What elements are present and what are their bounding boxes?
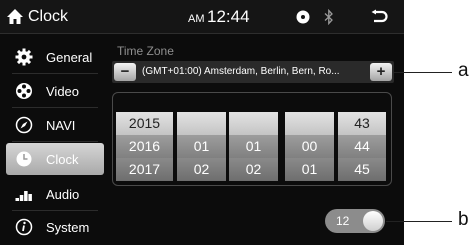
minute-selected[interactable]: 44 [338,135,386,158]
equalizer-icon [15,191,32,201]
month-option[interactable]: 02 [177,158,226,181]
time-zone-selector: − (GMT+01:00) Amsterdam, Berlin, Bern, R… [112,61,394,83]
hour-selected[interactable]: 00 [285,135,334,158]
toggle-knob[interactable] [363,211,383,231]
clock-format-toggle[interactable]: 12 [325,209,385,233]
sidebar-item-audio[interactable]: Audio [6,179,104,211]
back-icon[interactable] [370,9,388,25]
sidebar-item-label: NAVI [46,118,76,133]
clock-icon [16,151,32,167]
head-unit-screen: Clock AM 12:44 General Video NAVI Clock … [0,0,404,245]
clock-ampm: AM [188,13,205,25]
day-wheel[interactable]: 01 02 [229,112,278,182]
minute-wheel[interactable]: 43 44 45 [338,112,386,182]
sidebar-item-navi[interactable]: NAVI [6,110,104,142]
compass-icon [15,116,33,134]
year-selected[interactable]: 2016 [116,135,173,158]
sidebar-item-label: Video [46,84,80,99]
sidebar-item-label: Clock [46,152,79,167]
day-option[interactable] [229,112,278,135]
sidebar-divider [12,210,98,211]
home-icon[interactable] [6,8,24,25]
sidebar-item-system[interactable]: System [6,212,104,242]
info-icon [15,218,33,236]
clock-format-label: 12 [336,214,350,228]
minute-option[interactable]: 45 [338,158,386,181]
month-wheel[interactable]: 01 02 [177,112,226,182]
bluetooth-icon [324,9,333,25]
hour-option[interactable]: 01 [285,158,334,181]
year-option[interactable]: 2015 [116,112,173,135]
sidebar-divider [12,73,98,74]
sidebar-item-video[interactable]: Video [6,76,104,108]
callout-a-line [394,72,452,73]
clock-time: 12:44 [207,7,250,26]
callout-a-label: a [458,60,469,81]
sidebar-item-label: Audio [46,187,80,202]
month-option[interactable] [177,112,226,135]
time-zone-next-button[interactable]: + [370,63,392,81]
sidebar-item-clock[interactable]: Clock [6,143,104,175]
minute-option[interactable]: 43 [338,112,386,135]
app-title: Clock [28,8,69,25]
film-reel-icon [16,83,32,99]
gear-icon [15,48,33,66]
disc-icon [296,10,310,24]
sidebar-divider [12,107,98,108]
callout-b-label: b [458,209,469,230]
day-selected[interactable]: 01 [229,135,278,158]
month-selected[interactable]: 01 [177,135,226,158]
sidebar-item-label: General [46,50,93,65]
sidebar-item-label: System [46,220,90,235]
settings-sidebar: General Video NAVI Clock Audio System [6,40,104,240]
year-wheel[interactable]: 2015 2016 2017 [116,112,173,182]
day-option[interactable]: 02 [229,158,278,181]
time-zone-label: Time Zone [117,44,174,58]
time-zone-value: (GMT+01:00) Amsterdam, Berlin, Bern, Ro.… [142,66,340,77]
hour-option[interactable] [285,112,334,135]
year-option[interactable]: 2017 [116,158,173,181]
sidebar-item-general[interactable]: General [6,42,104,74]
status-bar: Clock AM 12:44 [0,0,404,34]
callout-b-line [386,221,452,222]
time-zone-previous-button[interactable]: − [114,63,136,81]
hour-wheel[interactable]: 00 01 [285,112,334,182]
sidebar-divider [12,141,98,142]
